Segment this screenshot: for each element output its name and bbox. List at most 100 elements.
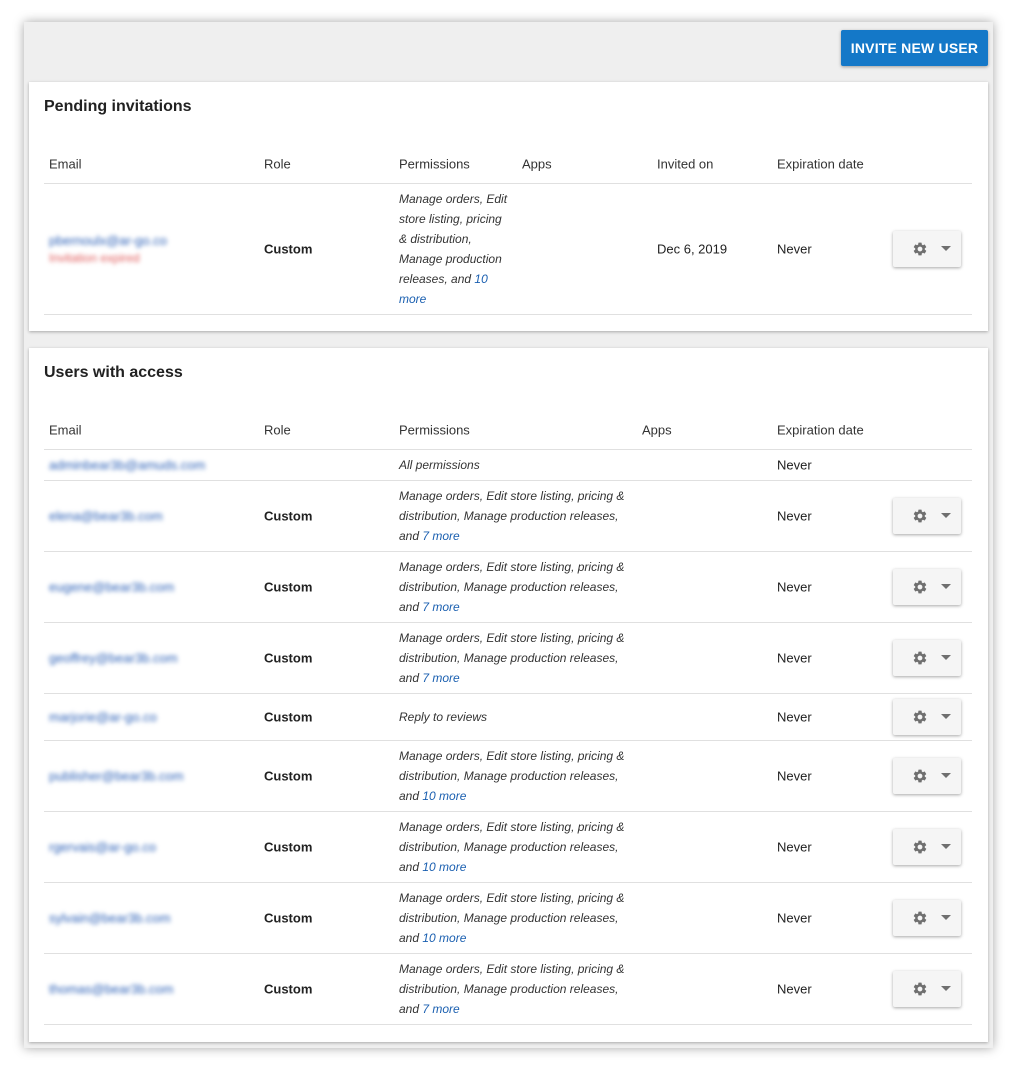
permissions-cell: Manage orders, Edit store listing, prici… <box>399 888 639 948</box>
permissions-cell: Manage orders, Edit store listing, prici… <box>399 959 639 1019</box>
permissions-cell: All permissions <box>399 458 480 472</box>
header-permissions: Permissions <box>399 156 470 171</box>
more-permissions-link[interactable]: 10 <box>474 272 487 286</box>
more-permissions-link[interactable]: 7 more <box>422 529 459 543</box>
user-permissions-window: INVITE NEW USER Pending invitations Emai… <box>24 22 993 1048</box>
header-invited-on: Invited on <box>657 156 714 171</box>
role-value: Custom <box>264 709 313 725</box>
row-actions-button[interactable] <box>893 498 961 534</box>
user-email: pbernoulx@ar-go.co <box>49 233 167 248</box>
gear-icon <box>913 651 927 665</box>
expiration-value: Never <box>777 650 812 666</box>
row-actions-button[interactable] <box>893 900 961 936</box>
permissions-line: Manage orders, Edit store listing, prici… <box>399 489 625 503</box>
gear-icon <box>913 911 927 925</box>
permissions-cell: Manage orders, Edit store listing, prici… <box>399 817 639 877</box>
table-row: adminbear3b@amuds.com All permissions Neve… <box>44 450 972 481</box>
permissions-line: distribution, Manage production releases… <box>399 769 619 783</box>
permissions-line: and <box>399 931 423 945</box>
header-role: Role <box>264 422 291 437</box>
invite-new-user-button[interactable]: INVITE NEW USER <box>841 30 988 66</box>
chevron-down-icon <box>941 246 951 251</box>
user-email: eugene@bear3b.com <box>49 579 175 595</box>
chevron-down-icon <box>941 714 951 719</box>
expiration-value: Never <box>777 768 812 784</box>
permissions-line: and <box>399 600 423 614</box>
role-value: Custom <box>264 650 313 666</box>
permissions-line: distribution, Manage production releases… <box>399 840 619 854</box>
role-value: Custom <box>264 839 313 855</box>
table-row: pbernoulx@ar-go.co Invitation expired Cu… <box>44 184 972 315</box>
pending-invitations-table: Email Role Permissions Apps Invited on E… <box>44 144 972 315</box>
role-value: Custom <box>264 910 313 926</box>
table-header: Email Role Permissions Apps Invited on E… <box>44 144 972 184</box>
expiration-value: Never <box>777 910 812 926</box>
header-role: Role <box>264 156 291 171</box>
permissions-line: distribution, Manage production releases… <box>399 982 619 996</box>
table-row: thomas@bear3b.com Custom Manage orders, Ed… <box>44 954 972 1025</box>
header-expiration: Expiration date <box>777 156 864 171</box>
user-email: marjorie@ar-go.co <box>49 709 157 725</box>
header-apps: Apps <box>522 156 552 171</box>
expiration-value: Never <box>777 709 812 725</box>
table-row: eugene@bear3b.com Custom Manage orders, Ed… <box>44 552 972 623</box>
permissions-line: Manage orders, Edit <box>399 192 508 206</box>
table-row: marjorie@ar-go.co Custom Reply to reviews N… <box>44 694 972 741</box>
chevron-down-icon <box>941 513 951 518</box>
more-permissions-link[interactable]: 7 more <box>422 600 459 614</box>
permissions-cell: Manage orders, Edit store listing, prici… <box>399 557 639 617</box>
invitation-status: Invitation expired <box>49 251 140 265</box>
pending-invitations-card: Pending invitations Email Role Permissio… <box>29 82 988 331</box>
row-actions-button[interactable] <box>893 569 961 605</box>
chevron-down-icon <box>941 773 951 778</box>
chevron-down-icon <box>941 584 951 589</box>
permissions-line: and <box>399 789 423 803</box>
pending-invitations-title: Pending invitations <box>44 98 192 115</box>
chevron-down-icon <box>941 844 951 849</box>
table-row: elena@bear3b.com Custom Manage orders, Edi… <box>44 481 972 552</box>
table-row: geoffrey@bear3b.com Custom Manage orders, … <box>44 623 972 694</box>
email-cell: pbernoulx@ar-go.co Invitation expired <box>49 233 167 265</box>
role-value: Custom <box>264 241 313 257</box>
row-actions-button[interactable] <box>893 231 961 267</box>
table-row: sylvain@bear3b.com Custom Manage orders, E… <box>44 883 972 954</box>
permissions-cell: Manage orders, Edit store listing, prici… <box>399 628 639 688</box>
users-with-access-title: Users with access <box>44 364 183 381</box>
more-permissions-link[interactable]: 10 more <box>422 931 466 945</box>
permissions-line: store listing, pricing <box>399 212 502 226</box>
row-actions-button[interactable] <box>893 758 961 794</box>
row-actions-button[interactable] <box>893 640 961 676</box>
permissions-line: Manage orders, Edit store listing, prici… <box>399 749 625 763</box>
row-actions-button[interactable] <box>893 699 961 735</box>
user-email: adminbear3b@amuds.com <box>49 457 206 473</box>
user-email: geoffrey@bear3b.com <box>49 650 178 666</box>
more-permissions-link[interactable]: 7 more <box>422 1002 459 1016</box>
table-row: rgervais@ar-go.co Custom Manage orders, Ed… <box>44 812 972 883</box>
more-permissions-link[interactable]: more <box>399 289 514 309</box>
role-value: Custom <box>264 768 313 784</box>
permissions-line: and <box>399 1002 423 1016</box>
header-expiration: Expiration date <box>777 422 864 437</box>
permissions-line: Manage orders, Edit store listing, prici… <box>399 891 625 905</box>
gear-icon <box>913 710 927 724</box>
more-permissions-link[interactable]: 7 more <box>422 671 459 685</box>
header-email: Email <box>49 156 82 171</box>
permissions-line: distribution, Manage production releases… <box>399 580 619 594</box>
gear-icon <box>913 982 927 996</box>
role-value: Custom <box>264 579 313 595</box>
header-email: Email <box>49 422 82 437</box>
permissions-line: distribution, Manage production releases… <box>399 509 619 523</box>
chevron-down-icon <box>941 655 951 660</box>
chevron-down-icon <box>941 986 951 991</box>
row-actions-button[interactable] <box>893 971 961 1007</box>
more-permissions-link[interactable]: 10 more <box>422 860 466 874</box>
role-value: Custom <box>264 508 313 524</box>
permissions-line: Manage orders, Edit store listing, prici… <box>399 560 625 574</box>
expiration-value: Never <box>777 241 812 257</box>
chevron-down-icon <box>941 915 951 920</box>
user-email: sylvain@bear3b.com <box>49 910 171 926</box>
header-apps: Apps <box>642 422 672 437</box>
row-actions-button[interactable] <box>893 829 961 865</box>
permissions-cell: Manage orders, Edit store listing, prici… <box>399 486 639 546</box>
more-permissions-link[interactable]: 10 more <box>422 789 466 803</box>
